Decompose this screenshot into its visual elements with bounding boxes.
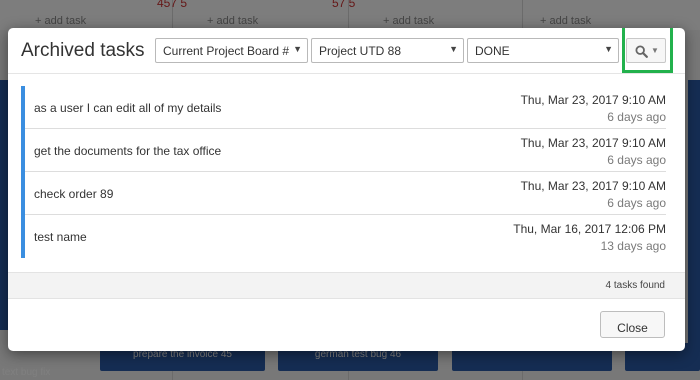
task-date: Thu, Mar 23, 2017 9:10 AM <box>520 179 666 193</box>
task-row[interactable]: as a user I can edit all of my details T… <box>21 86 666 129</box>
task-name: check order 89 <box>34 187 114 201</box>
modal-title: Archived tasks <box>21 40 145 61</box>
archived-tasks-modal: Archived tasks Current Project Board # ▼… <box>8 28 685 351</box>
task-accent-bar <box>21 215 25 258</box>
project-filter-value: Project UTD 88 <box>319 44 402 58</box>
task-accent-bar <box>21 129 25 172</box>
task-accent-bar <box>21 172 25 215</box>
results-footer: 4 tasks found <box>8 272 685 299</box>
task-date: Thu, Mar 23, 2017 9:10 AM <box>520 93 666 107</box>
highlight-box <box>622 28 673 73</box>
board-filter-select[interactable]: Current Project Board # ▼ <box>155 38 308 63</box>
board-filter-value: Current Project Board # <box>163 44 290 58</box>
task-relative-time: 6 days ago <box>607 110 666 124</box>
task-date: Thu, Mar 16, 2017 12:06 PM <box>513 222 666 236</box>
status-filter-select[interactable]: DONE ▼ <box>467 38 619 63</box>
task-date: Thu, Mar 23, 2017 9:10 AM <box>520 136 666 150</box>
archived-task-list: as a user I can edit all of my details T… <box>21 86 666 258</box>
caret-down-icon: ▼ <box>449 44 458 54</box>
task-name: test name <box>34 230 87 244</box>
task-relative-time: 13 days ago <box>600 239 666 253</box>
tasks-found-count: 4 tasks found <box>605 280 665 291</box>
task-row[interactable]: get the documents for the tax office Thu… <box>21 129 666 172</box>
task-relative-time: 6 days ago <box>607 196 666 210</box>
close-button[interactable]: Close <box>600 311 665 338</box>
task-row[interactable]: check order 89 Thu, Mar 23, 2017 9:10 AM… <box>21 172 666 215</box>
caret-down-icon: ▼ <box>604 44 613 54</box>
task-name: get the documents for the tax office <box>34 144 222 158</box>
task-accent-bar <box>21 86 25 129</box>
caret-down-icon: ▼ <box>293 44 302 54</box>
task-row[interactable]: test name Thu, Mar 16, 2017 12:06 PM 13 … <box>21 215 666 258</box>
project-filter-select[interactable]: Project UTD 88 ▼ <box>311 38 464 63</box>
task-name: as a user I can edit all of my details <box>34 101 222 115</box>
task-relative-time: 6 days ago <box>607 153 666 167</box>
status-filter-value: DONE <box>475 44 510 58</box>
modal-header: Archived tasks Current Project Board # ▼… <box>8 28 685 74</box>
